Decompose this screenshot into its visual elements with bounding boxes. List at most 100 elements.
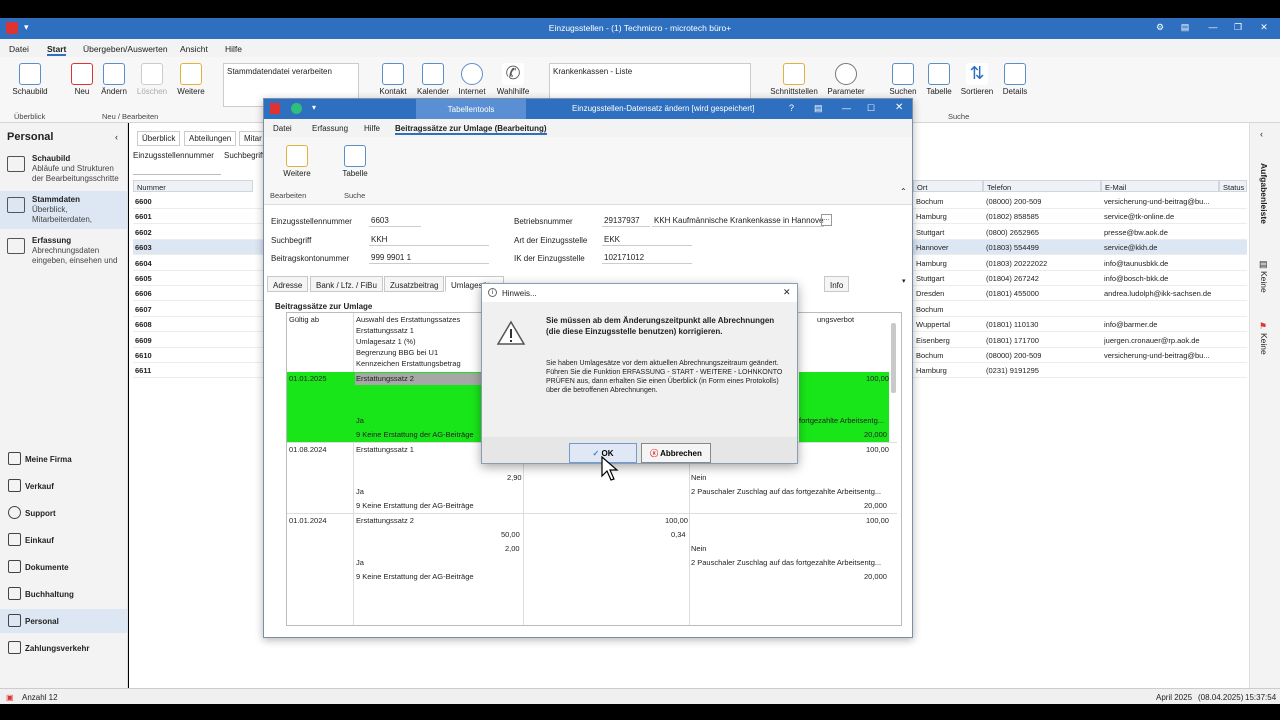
lookup-button[interactable]: …	[821, 214, 832, 226]
tab-ueberblick[interactable]: Überblick	[137, 131, 181, 146]
kontakt-button[interactable]: Kontakt	[377, 63, 409, 96]
save-icon[interactable]	[291, 103, 302, 114]
collapse-panel-icon[interactable]: ‹	[1260, 129, 1263, 139]
dialog-minimize-button[interactable]: —	[842, 103, 851, 113]
cell-tel: (08000) 200-509	[986, 351, 1042, 360]
col-nummer[interactable]: Nummer	[133, 180, 253, 192]
nav-verkauf[interactable]: Verkauf	[0, 474, 127, 498]
row1-erstattung[interactable]: Erstattungssatz 2	[356, 374, 414, 385]
dmenu-hilfe[interactable]: Hilfe	[364, 124, 380, 133]
record-count: Anzahl 12	[22, 693, 58, 702]
d-tabelle-button[interactable]: Tabelle	[338, 145, 372, 178]
kalender-button[interactable]: Kalender	[415, 63, 451, 96]
neu-button[interactable]: Neu	[68, 63, 96, 96]
weitere-button[interactable]: Weitere	[174, 63, 208, 96]
sidebar-item-schaubild[interactable]: Schaubild Abläufe und Strukturen der Bea…	[0, 150, 127, 188]
col-status[interactable]: Status	[1219, 180, 1247, 192]
nav-zahlungsverkehr[interactable]: Zahlungsverkehr	[0, 636, 127, 660]
dialog-quick-icon[interactable]: ▾	[312, 103, 316, 112]
parameter-button[interactable]: Parameter	[826, 63, 866, 96]
cell-tel: (0231) 9191295	[986, 366, 1039, 376]
details-button[interactable]: Details	[998, 63, 1032, 96]
cell-tel: (01804) 267242	[986, 274, 1039, 283]
keine-tab-2[interactable]: Keine	[1259, 333, 1269, 355]
sidebar-title: Personal	[7, 131, 54, 143]
dmenu-erfassung[interactable]: Erfassung	[312, 124, 348, 133]
row2-date[interactable]: 01.08.2024	[289, 445, 327, 456]
art-field[interactable]: EKK	[602, 233, 692, 246]
tab-zusatzbeitrag[interactable]: Zusatzbeitrag	[384, 276, 445, 292]
group-neu: Neu / Bearbeiten	[102, 112, 159, 121]
col-telefon[interactable]: Telefon	[983, 180, 1101, 192]
new-icon	[71, 63, 93, 85]
sidebar-item-stammdaten[interactable]: Stammdaten Überblick, Mitarbeiterdaten,	[0, 191, 127, 229]
keine-tab-1[interactable]: Keine	[1259, 271, 1269, 293]
collapse-icon[interactable]: ‹	[115, 132, 118, 142]
schnittstellen-button[interactable]: Schnittstellen	[770, 63, 818, 96]
scroll-down-icon[interactable]: ▾	[902, 277, 906, 285]
ribbon-collapse-icon[interactable]: ⌃	[900, 187, 907, 196]
aufgabenleiste-tab[interactable]: Aufgabenleiste	[1259, 163, 1269, 224]
grid-scrollbar[interactable]	[891, 323, 896, 393]
menu-datei[interactable]: Datei	[9, 44, 29, 54]
nav-dokumente[interactable]: Dokumente	[0, 555, 127, 579]
sidebar-item-erfassung[interactable]: Erfassung Abrechnungsdaten eingeben, ein…	[0, 232, 127, 270]
internet-button[interactable]: Internet	[455, 63, 489, 96]
einzugsstellennummer-field[interactable]: 6603	[369, 214, 421, 227]
filter-nummer-input[interactable]	[133, 163, 221, 175]
layout-icon[interactable]: ▤	[1175, 22, 1195, 33]
cell-nr: 6600	[135, 197, 152, 206]
message-close-button[interactable]: ✕	[783, 287, 791, 298]
cell-mail: service@kkh.de	[1104, 243, 1158, 253]
tab-info[interactable]: Info	[824, 276, 850, 292]
sortieren-button[interactable]: ⇅ Sortieren	[958, 63, 996, 96]
nav-personal[interactable]: Personal	[0, 609, 127, 633]
cell-nr: 6603	[135, 243, 152, 253]
aendern-button[interactable]: Ändern	[98, 63, 130, 96]
nav-buchhaltung[interactable]: Buchhaltung	[0, 582, 127, 606]
tabelle-button[interactable]: Tabelle	[922, 63, 956, 96]
group-ueberblick: Überblick	[14, 112, 46, 121]
cell-mail: andrea.ludolph@ikk-sachsen.de	[1104, 289, 1212, 299]
maximize-button[interactable]: ❐	[1228, 22, 1248, 33]
settings-icon[interactable]: ⚙	[1150, 22, 1170, 33]
delete-icon	[141, 63, 163, 85]
schaubild-button[interactable]: Schaubild	[10, 63, 50, 96]
tab-adresse[interactable]: Adresse	[267, 276, 309, 292]
d-weitere-button[interactable]: Weitere	[280, 145, 314, 178]
tab-abteilungen[interactable]: Abteilungen	[184, 131, 237, 146]
dialog-maximize-button[interactable]: ☐	[867, 103, 875, 114]
nav-support[interactable]: Support	[0, 501, 127, 525]
menu-uebergeben[interactable]: Übergeben/Auswerten	[83, 44, 168, 54]
close-button[interactable]: ✕	[1254, 22, 1274, 33]
window-title: Einzugsstellen - (1) Techmicro - microte…	[548, 23, 732, 33]
menu-start[interactable]: Start	[47, 44, 67, 56]
layout-icon[interactable]: ▤	[814, 103, 823, 114]
help-icon[interactable]: ?	[789, 103, 794, 113]
betriebsnummer-field[interactable]: 29137937	[602, 214, 650, 227]
message-title: Hinweis...	[502, 289, 537, 298]
label-ik: IK der Einzugsstelle	[514, 254, 585, 263]
nav-meine-firma[interactable]: Meine Firma	[0, 447, 127, 471]
nav-einkauf[interactable]: Einkauf	[0, 528, 127, 552]
dmenu-datei[interactable]: Datei	[273, 124, 292, 133]
dmenu-beitragssaetze[interactable]: Beitragssätze zur Umlage (Bearbeitung)	[395, 124, 547, 135]
tab-bank[interactable]: Bank / Lfz. / FiBu	[310, 276, 383, 292]
details-icon	[1004, 63, 1026, 85]
dialog-close-button[interactable]: ✕	[895, 102, 903, 113]
ik-field[interactable]: 102171012	[602, 251, 692, 264]
suchen-button[interactable]: Suchen	[886, 63, 920, 96]
loeschen-button[interactable]: Löschen	[134, 63, 170, 96]
minimize-button[interactable]: —	[1203, 22, 1223, 32]
menu-hilfe[interactable]: Hilfe	[225, 44, 242, 54]
row1-date[interactable]: 01.01.2025	[289, 374, 327, 385]
warning-icon	[496, 320, 526, 345]
col-ort[interactable]: Ort	[913, 180, 983, 192]
col-email[interactable]: E-Mail	[1101, 180, 1219, 192]
beitragskontonummer-field[interactable]: 999 9901 1	[369, 251, 489, 264]
suchbegriff-field[interactable]: KKH	[369, 233, 489, 246]
menu-ansicht[interactable]: Ansicht	[180, 44, 208, 54]
row3-date[interactable]: 01.01.2024	[289, 516, 327, 527]
cancel-button[interactable]: ⓧ Abbrechen	[641, 443, 711, 463]
wahlhilfe-button[interactable]: ✆ Wahlhilfe	[494, 63, 532, 96]
